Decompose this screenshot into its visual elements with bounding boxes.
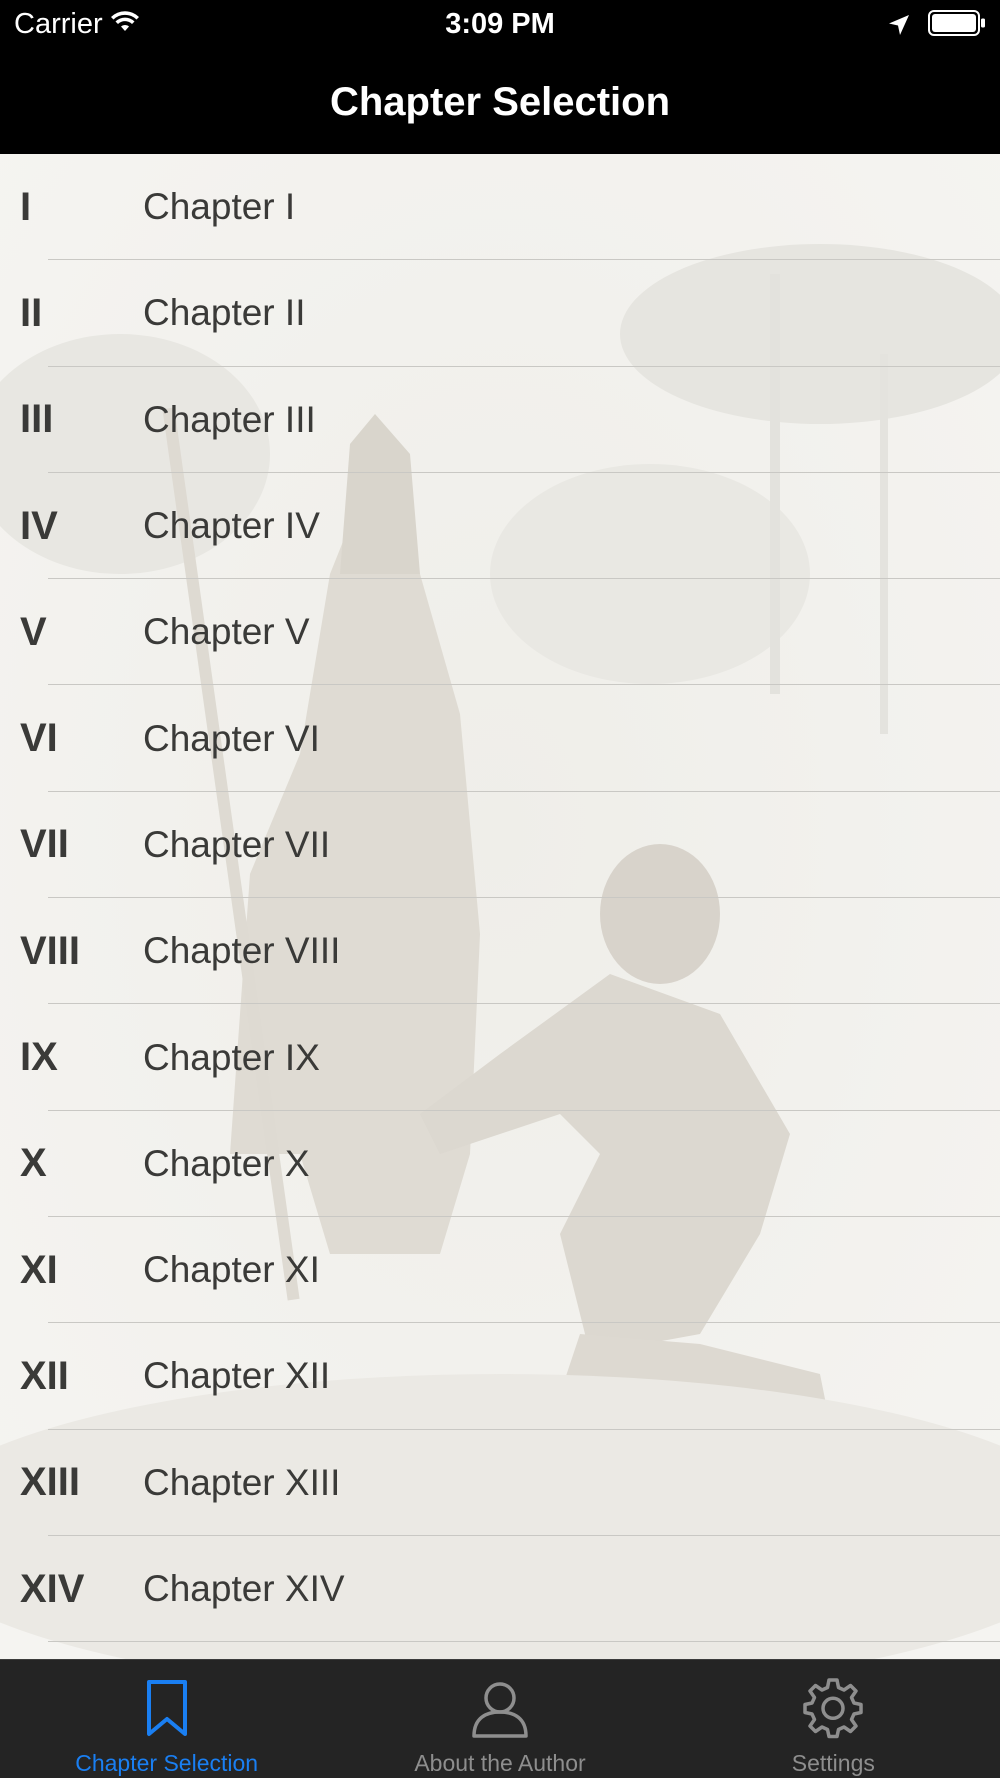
- chapter-numeral: III: [20, 397, 54, 442]
- page-title: Chapter Selection: [329, 79, 671, 124]
- chapter-numeral: V: [20, 609, 47, 654]
- chapter-numeral: VIII: [20, 928, 81, 973]
- chapter-row[interactable]: V Chapter V: [0, 579, 1000, 686]
- chapter-title: Chapter II: [143, 292, 306, 334]
- chapter-title: Chapter XI: [143, 1249, 320, 1291]
- chapter-numeral: VII: [20, 822, 69, 867]
- chapter-title: Chapter VIII: [143, 930, 341, 972]
- chapter-row[interactable]: XI Chapter XI: [0, 1217, 1000, 1324]
- chapter-numeral: XIV: [20, 1566, 85, 1611]
- chapter-row[interactable]: VII Chapter VII: [0, 792, 1000, 899]
- chapter-title: Chapter IX: [143, 1036, 320, 1078]
- chapter-title: Chapter XIII: [143, 1461, 341, 1503]
- chapter-row[interactable]: I Chapter I: [0, 154, 1000, 261]
- chapter-title: Chapter IV: [143, 505, 320, 547]
- chapter-numeral: VI: [20, 716, 58, 761]
- chapter-numeral: XI: [20, 1247, 58, 1292]
- chapter-numeral: XIII: [20, 1460, 81, 1505]
- chapter-title: Chapter X: [143, 1142, 310, 1184]
- chapter-row[interactable]: II Chapter II: [0, 260, 1000, 367]
- chapter-title: Chapter VI: [143, 717, 320, 759]
- chapter-title: Chapter V: [143, 611, 310, 653]
- bookmark-icon: [135, 1676, 199, 1740]
- tab-settings[interactable]: Settings: [667, 1660, 1000, 1778]
- tab-about-the-author[interactable]: About the Author: [333, 1660, 666, 1778]
- chapter-row[interactable]: VIII Chapter VIII: [0, 898, 1000, 1005]
- battery-icon: [928, 10, 986, 44]
- tab-label: About the Author: [414, 1750, 586, 1776]
- navigation-bar: Chapter Selection: [0, 50, 1000, 154]
- chapter-list: I Chapter I II Chapter II III Chapter II…: [0, 154, 1000, 1643]
- chapter-row[interactable]: XIII Chapter XIII: [0, 1430, 1000, 1537]
- status-bar: Carrier 3:09 PM: [0, 0, 1000, 50]
- chapter-row[interactable]: IV Chapter IV: [0, 473, 1000, 580]
- chapter-row[interactable]: X Chapter X: [0, 1111, 1000, 1218]
- chapter-list-container[interactable]: I Chapter I II Chapter II III Chapter II…: [0, 154, 1000, 1659]
- chapter-numeral: IV: [20, 503, 58, 548]
- chapter-title: Chapter III: [143, 398, 316, 440]
- person-icon: [468, 1676, 532, 1740]
- location-arrow-icon: [888, 11, 910, 44]
- status-right-group: [888, 10, 986, 44]
- chapter-numeral: X: [20, 1141, 47, 1186]
- chapter-numeral: IX: [20, 1035, 58, 1080]
- status-time: 3:09 PM: [445, 8, 555, 40]
- chapter-row[interactable]: VI Chapter VI: [0, 685, 1000, 793]
- chapter-title: Chapter I: [143, 186, 296, 228]
- gear-icon: [801, 1676, 865, 1740]
- tab-label: Chapter Selection: [75, 1750, 259, 1776]
- chapter-title: Chapter VII: [143, 823, 331, 865]
- app-screen: Carrier 3:09 PM Chapter Selection I Chap…: [0, 0, 1000, 1778]
- tab-bar: Chapter Selection About the Author Setti…: [0, 1659, 1000, 1778]
- chapter-row[interactable]: IX Chapter IX: [0, 1004, 1000, 1111]
- tab-chapter-selection[interactable]: Chapter Selection: [0, 1660, 333, 1778]
- tab-label: Settings: [791, 1750, 875, 1776]
- chapter-row[interactable]: III Chapter III: [0, 367, 1000, 474]
- chapter-title: Chapter XII: [143, 1355, 331, 1397]
- chapter-numeral: XII: [20, 1353, 69, 1398]
- chapter-row[interactable]: XIV Chapter XIV: [0, 1536, 1000, 1643]
- chapter-numeral: II: [20, 290, 43, 335]
- chapter-title: Chapter XIV: [143, 1568, 345, 1609]
- chapter-numeral: I: [20, 184, 32, 229]
- chapter-row[interactable]: XII Chapter XII: [0, 1323, 1000, 1430]
